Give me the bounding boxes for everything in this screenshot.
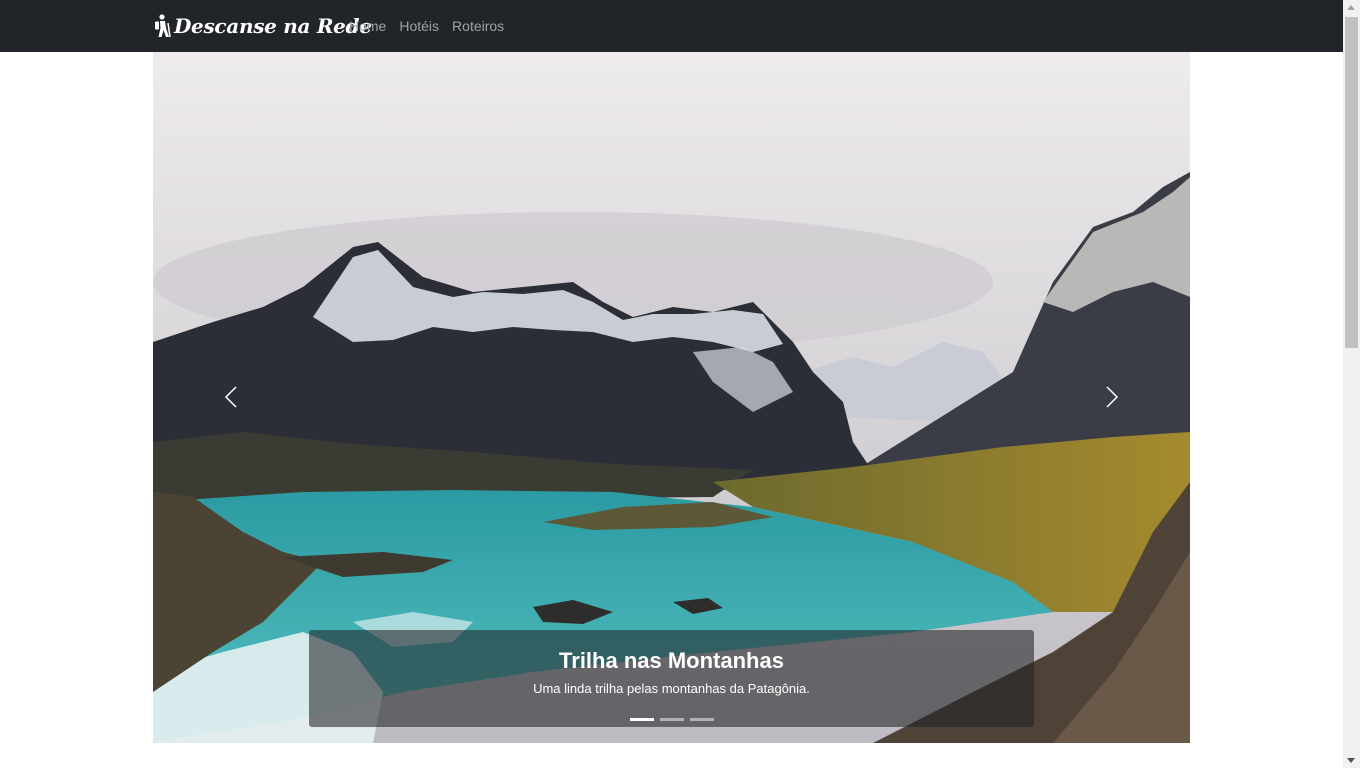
- nav-link-home[interactable]: Home: [349, 16, 386, 36]
- carousel-indicator-3[interactable]: [689, 718, 714, 721]
- brand-logo-link[interactable]: Descanse na Rede: [153, 10, 372, 42]
- carousel-caption: Trilha nas Montanhas Uma linda trilha pe…: [309, 630, 1034, 727]
- nav-links: Home Hotéis Roteiros: [349, 16, 517, 36]
- page: Descanse na Rede Home Hotéis Roteiros Tr…: [0, 0, 1360, 768]
- hiking-icon: [155, 14, 171, 38]
- nav-link-roteiros[interactable]: Roteiros: [452, 16, 504, 36]
- page-scrollbar[interactable]: [1343, 0, 1360, 768]
- scrollbar-thumb[interactable]: [1345, 17, 1358, 348]
- brand-name: Descanse na Rede: [174, 14, 372, 38]
- carousel-indicator-1[interactable]: [629, 718, 654, 721]
- hero-carousel: Trilha nas Montanhas Uma linda trilha pe…: [153, 52, 1190, 743]
- nav-link-hoteis[interactable]: Hotéis: [399, 16, 439, 36]
- scroll-down-icon[interactable]: [1347, 758, 1355, 763]
- caption-description: Uma linda trilha pelas montanhas da Pata…: [533, 681, 810, 696]
- scroll-up-icon[interactable]: [1347, 5, 1355, 10]
- navbar: Descanse na Rede Home Hotéis Roteiros: [0, 0, 1343, 52]
- carousel-next-button[interactable]: [1097, 382, 1127, 412]
- caption-title: Trilha nas Montanhas: [559, 648, 784, 673]
- chevron-left-icon: [224, 386, 237, 408]
- chevron-right-icon: [1106, 386, 1119, 408]
- carousel-indicator-2[interactable]: [659, 718, 684, 721]
- carousel-prev-button[interactable]: [216, 382, 246, 412]
- carousel-indicators: [309, 718, 1034, 721]
